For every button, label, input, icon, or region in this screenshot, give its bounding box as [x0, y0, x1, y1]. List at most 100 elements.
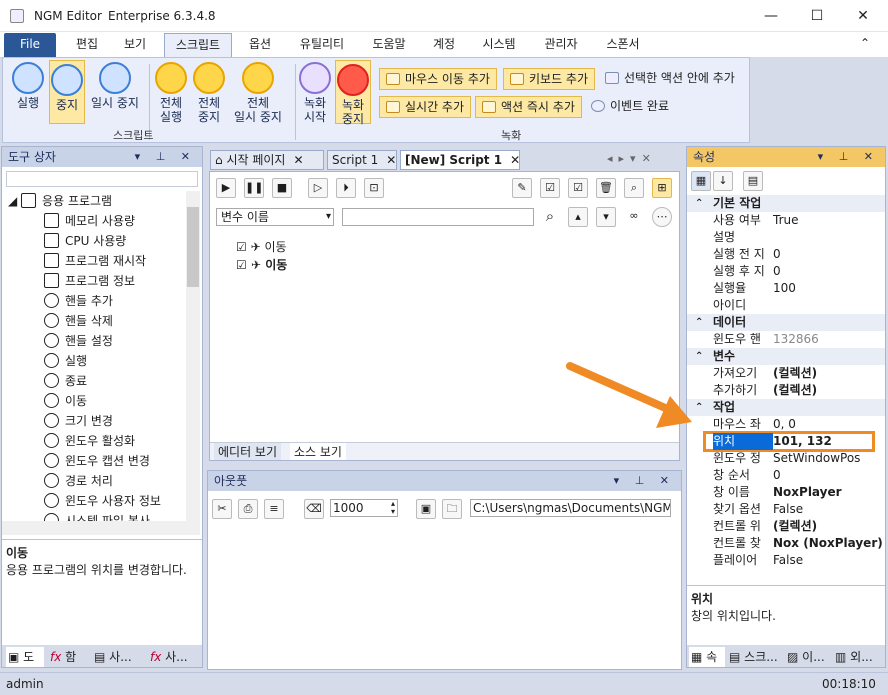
add-keyboard-button[interactable]: 키보드 추가 — [503, 68, 596, 90]
folder-icon[interactable]: 🗀 — [442, 499, 462, 519]
property-pages-icon[interactable]: ▤ — [743, 171, 763, 191]
tab-utility[interactable]: 유틸리티 — [290, 33, 354, 57]
property-row[interactable]: 컨트롤 위 (컬렉션) — [687, 518, 885, 535]
toolbox-item[interactable]: 핸들 추가 — [8, 291, 184, 311]
move-down-icon[interactable]: ▾ — [596, 207, 616, 227]
minimize-button[interactable]: — — [748, 0, 794, 32]
pause-all-button[interactable]: 전체 일시 중지 — [229, 62, 287, 124]
toolbox-item[interactable]: 윈도우 사용자 정보 — [8, 491, 184, 511]
close-icon[interactable]: ✕ — [510, 153, 520, 167]
stop-all-button[interactable]: 전체 중지 — [191, 62, 227, 124]
pause-button[interactable]: 일시 중지 — [87, 62, 143, 110]
property-value[interactable]: (컬렉션) — [773, 518, 817, 535]
pause-icon[interactable]: ❚❚ — [244, 178, 264, 198]
toolbox-item[interactable]: 시스템 파일 복사 — [8, 511, 184, 521]
check-icon[interactable]: ☑ — [568, 178, 588, 198]
toolbox-item[interactable]: 종료 — [8, 371, 184, 391]
tab-nav-icons[interactable]: ◂▸▾✕ — [607, 152, 657, 165]
run-button[interactable]: 실행 — [7, 62, 49, 110]
tab-script[interactable]: 스크립트 — [164, 33, 232, 57]
panel-controls-icon[interactable]: ▾ ⊥ ✕ — [135, 147, 196, 167]
tab-external[interactable]: ▥ 외... — [833, 647, 883, 667]
tab-start-page[interactable]: ⌂ 시작 페이지 ✕ — [210, 150, 324, 170]
property-value[interactable]: 132866 — [773, 331, 819, 348]
tab-new-script-1[interactable]: [New] Script 1 ✕ — [400, 150, 520, 170]
toolbox-item[interactable]: 실행 — [8, 351, 184, 371]
toolbox-item[interactable]: CPU 사용량 — [8, 231, 184, 251]
property-row[interactable]: 가져오기 (컬렉션) — [687, 365, 885, 382]
toolbox-hscrollbar[interactable] — [2, 521, 200, 535]
close-button[interactable]: ✕ — [840, 0, 886, 32]
collapse-icon[interactable]: ⌃ — [695, 314, 703, 331]
tab-properties[interactable]: ▦ 속 — [689, 647, 725, 667]
move-up-icon[interactable]: ▴ — [568, 207, 588, 227]
event-done-button[interactable]: 이벤트 완료 — [585, 96, 675, 118]
property-row[interactable]: 창 순서 0 — [687, 467, 885, 484]
tab-scripts[interactable]: ▤ 스크... — [727, 647, 783, 667]
property-row[interactable]: 사용 여부 True — [687, 212, 885, 229]
tree-view-icon[interactable]: ⊞ — [652, 178, 672, 198]
toolbox-item[interactable]: 경로 처리 — [8, 471, 184, 491]
toolbox-item[interactable]: 크기 변경 — [8, 411, 184, 431]
tab-edit[interactable]: 편집 — [66, 33, 108, 57]
property-row[interactable]: 위치 101, 132 — [703, 431, 875, 452]
toolbox-item[interactable]: 프로그램 정보 — [8, 271, 184, 291]
spinner-arrows-icon[interactable]: ▴ ▾ — [391, 500, 395, 516]
variable-select[interactable]: 변수 이름 ▾ — [216, 208, 334, 226]
panel-controls-icon[interactable]: ▾ ⊥ ✕ — [614, 471, 675, 491]
tab-user-function[interactable]: fx 사... — [148, 647, 200, 667]
line-count-spinner[interactable]: 1000 ▴ ▾ — [330, 499, 398, 517]
toolbox-item[interactable]: 프로그램 재시작 — [8, 251, 184, 271]
tab-source-view[interactable]: 소스 보기 — [290, 443, 346, 460]
add-mouse-move-button[interactable]: 마우스 이동 추가 — [379, 68, 497, 90]
toolbox-item[interactable]: 윈도우 캡션 변경 — [8, 451, 184, 471]
loop-icon[interactable]: ∞ — [624, 207, 644, 227]
delete-icon[interactable]: 🗑 — [596, 178, 616, 198]
search-icon[interactable]: ⌕ — [540, 207, 560, 227]
new-doc-icon[interactable]: ⎙ — [238, 499, 258, 519]
tab-account[interactable]: 계정 — [424, 33, 464, 57]
panel-controls-icon[interactable]: ▾ ⊥ ✕ — [818, 147, 879, 167]
property-row[interactable]: 컨트롤 찾 Nox (NoxPlayer) — [687, 535, 885, 552]
property-value[interactable]: False — [773, 552, 803, 569]
maximize-button[interactable]: ☐ — [794, 0, 840, 32]
collapse-icon[interactable]: ◢ — [8, 194, 21, 208]
action-row[interactable]: ☑ ✈ 이동 — [236, 256, 287, 274]
record-start-button[interactable]: 녹화 시작 — [299, 62, 331, 124]
toolbox-item[interactable]: 메모리 사용량 — [8, 211, 184, 231]
property-value[interactable]: 101, 132 — [773, 433, 832, 450]
property-row[interactable]: 설명 — [687, 229, 885, 246]
tab-admin[interactable]: 관리자 — [534, 33, 588, 57]
tab-images[interactable]: ▨ 이... — [785, 647, 831, 667]
toolbox-scrollbar[interactable] — [186, 191, 200, 521]
property-value[interactable]: SetWindowPos — [773, 450, 860, 467]
tab-editor-view[interactable]: 에디터 보기 — [214, 443, 282, 460]
output-path-field[interactable]: C:\Users\ngmas\Documents\NGM6\ — [470, 499, 671, 517]
ribbon-collapse-icon[interactable]: ⌃ — [860, 36, 870, 50]
add-inside-selected-button[interactable]: 선택한 액션 안에 추가 — [599, 68, 741, 90]
action-row[interactable]: ☑ ✈ 이동 — [236, 238, 287, 256]
property-row[interactable]: 실행 후 지 0 — [687, 263, 885, 280]
list-icon[interactable]: ≡ — [264, 499, 284, 519]
property-value[interactable]: (컬렉션) — [773, 365, 817, 382]
variable-value-input[interactable] — [342, 208, 534, 226]
play-icon[interactable]: ▶ — [216, 178, 236, 198]
record-stop-button[interactable]: 녹화 중지 — [335, 60, 371, 126]
search-icon[interactable]: ⌕ — [624, 178, 644, 198]
property-value[interactable]: Nox (NoxPlayer) — [773, 535, 883, 552]
property-value[interactable]: 0, 0 — [773, 416, 796, 433]
collapse-icon[interactable]: ⌃ — [695, 195, 703, 212]
property-row[interactable]: 마우스 좌 0, 0 — [687, 416, 885, 433]
add-action-now-button[interactable]: 액션 즉시 추가 — [475, 96, 582, 118]
property-row[interactable]: 실행율 100 — [687, 280, 885, 297]
tab-file[interactable]: File — [4, 33, 56, 57]
property-category[interactable]: ⌃ 작업 — [687, 399, 885, 416]
toolbox-search-input[interactable] — [6, 171, 198, 187]
add-realtime-button[interactable]: 실시간 추가 — [379, 96, 472, 118]
tab-help[interactable]: 도움말 — [362, 33, 416, 57]
tab-script-1[interactable]: Script 1 ✕ — [327, 150, 397, 170]
toolbox-item[interactable]: 윈도우 활성화 — [8, 431, 184, 451]
step-over-icon[interactable]: ⊡ — [364, 178, 384, 198]
check-all-icon[interactable]: ☑ — [540, 178, 560, 198]
property-row[interactable]: 아이디 — [687, 297, 885, 314]
